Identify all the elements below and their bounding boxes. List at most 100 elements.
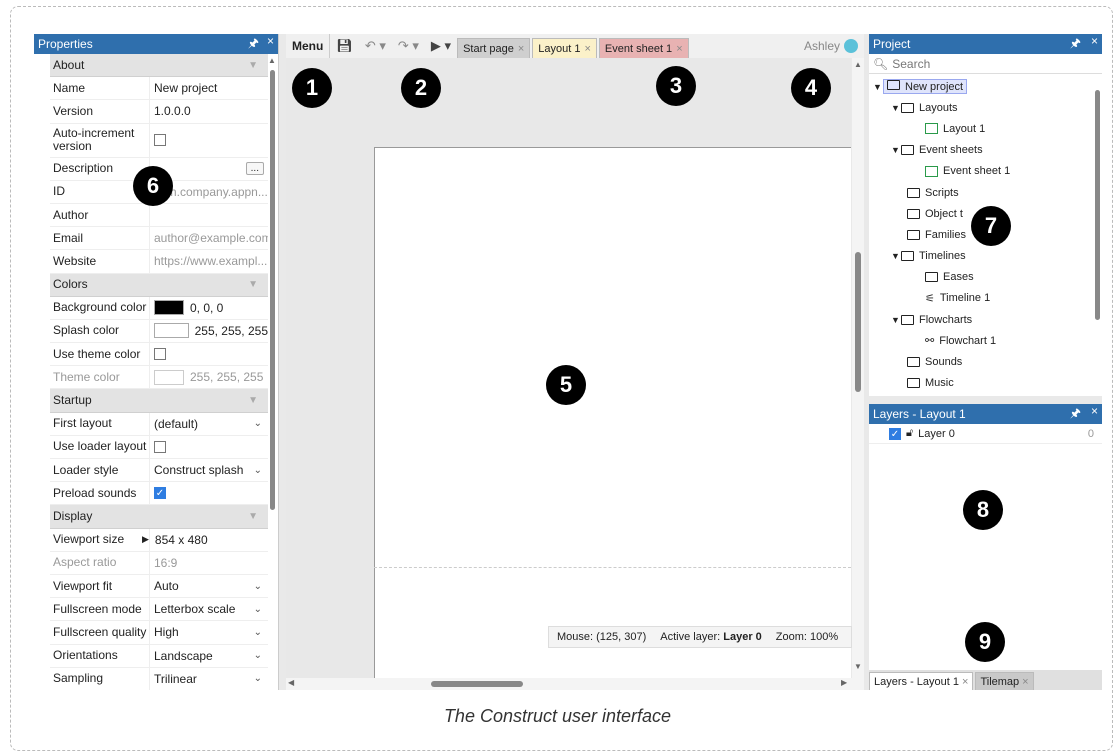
prop-row[interactable]: Preload sounds ✓: [50, 482, 268, 506]
close-icon[interactable]: ×: [1091, 404, 1098, 425]
layout-horizontal-scrollbar[interactable]: ◀ ▶: [286, 678, 864, 690]
tree-item-flowcharts[interactable]: ▼ Flowcharts: [869, 309, 1102, 330]
tree-item-event-sheets[interactable]: ▼ Event sheets: [869, 140, 1102, 161]
pin-icon[interactable]: 🖈: [1070, 404, 1081, 425]
scroll-thumb[interactable]: [431, 681, 523, 687]
prop-row[interactable]: Auto-increment version: [50, 123, 268, 158]
tree-item-layouts[interactable]: ▼ Layouts: [869, 97, 1102, 118]
scroll-left-icon[interactable]: ◀: [288, 678, 294, 687]
tree-item-scripts[interactable]: Scripts: [869, 182, 1102, 203]
layer-row[interactable]: ✓ 🔓︎ Layer 0 0: [869, 424, 1102, 444]
email-field[interactable]: author@example.com: [150, 227, 268, 249]
tree-item-layout-1[interactable]: Layout 1: [869, 118, 1102, 139]
prop-row[interactable]: Fullscreen quality High ⌄: [50, 621, 268, 645]
version-field[interactable]: 1.0.0.0: [150, 100, 268, 122]
save-icon[interactable]: 💾︎: [330, 38, 359, 54]
prop-row[interactable]: Orientations Landscape ⌄: [50, 644, 268, 668]
collapse-icon[interactable]: ▼: [248, 511, 268, 522]
prop-row[interactable]: Name New project: [50, 77, 268, 101]
prop-row[interactable]: Fullscreen mode Letterbox scale ⌄: [50, 598, 268, 622]
collapse-icon[interactable]: ▼: [248, 60, 268, 71]
layer-visible-checkbox[interactable]: ✓: [889, 427, 901, 440]
loader-style-select[interactable]: Construct splash ⌄: [150, 459, 268, 481]
scroll-up-icon[interactable]: ▲: [268, 56, 276, 65]
splash-color-swatch[interactable]: [154, 323, 189, 339]
expand-icon[interactable]: ▼: [891, 103, 901, 113]
prop-row[interactable]: Splash color 255, 255, 255: [50, 319, 268, 344]
menu-button[interactable]: Menu: [286, 34, 331, 58]
prop-row[interactable]: Background color 0, 0, 0: [50, 296, 268, 320]
expand-icon[interactable]: ▼: [891, 251, 901, 261]
first-layout-select[interactable]: (default) ⌄: [150, 413, 268, 435]
scroll-right-icon[interactable]: ▶: [841, 678, 847, 687]
sampling-select[interactable]: Trilinear ⌄: [150, 668, 268, 690]
project-scrollbar[interactable]: [1095, 90, 1100, 320]
prop-row[interactable]: Use loader layout: [50, 435, 268, 459]
use-theme-checkbox[interactable]: [154, 348, 166, 361]
viewport-fit-select[interactable]: Auto ⌄: [150, 575, 268, 597]
description-edit-button[interactable]: ...: [245, 162, 264, 176]
layout-canvas[interactable]: [374, 147, 851, 678]
collapse-icon[interactable]: ▼: [248, 395, 268, 406]
prop-row[interactable]: Viewport size ▶ 854 x 480: [50, 528, 268, 552]
close-icon[interactable]: ×: [267, 34, 274, 55]
layout-vertical-scrollbar[interactable]: ▲ ▼: [852, 58, 864, 678]
tree-item-sounds[interactable]: Sounds: [869, 351, 1102, 372]
close-tab-icon[interactable]: ×: [518, 43, 524, 55]
expand-icon[interactable]: ▼: [873, 82, 883, 92]
pin-icon[interactable]: 🖈: [248, 34, 259, 55]
prop-row[interactable]: Email author@example.com: [50, 227, 268, 251]
close-tab-icon[interactable]: ×: [584, 43, 590, 55]
prop-row[interactable]: Website https://www.exampl...: [50, 250, 268, 274]
prop-row[interactable]: First layout (default) ⌄: [50, 412, 268, 436]
prop-row[interactable]: Loader style Construct splash ⌄: [50, 459, 268, 483]
scroll-up-icon[interactable]: ▲: [854, 60, 862, 69]
website-field[interactable]: https://www.exampl...: [150, 250, 268, 272]
tree-item-music[interactable]: Music: [869, 373, 1102, 394]
expand-icon[interactable]: ▼: [891, 315, 901, 325]
undo-icon[interactable]: ↶ ▾: [359, 38, 392, 54]
prop-row[interactable]: Author: [50, 203, 268, 228]
project-search[interactable]: 🔍︎ Search: [869, 54, 1102, 74]
tab-layers[interactable]: Layers - Layout 1 ×: [869, 672, 974, 690]
prop-row[interactable]: Viewport fit Auto ⌄: [50, 574, 268, 599]
section-display[interactable]: Display ▼: [50, 505, 268, 529]
close-tab-icon[interactable]: ×: [962, 676, 968, 688]
preview-play-icon[interactable]: ▶ ▾: [425, 38, 457, 54]
close-tab-icon[interactable]: ×: [1022, 676, 1028, 688]
tab-layout-1[interactable]: Layout 1 ×: [532, 38, 597, 58]
section-about[interactable]: About ▼: [50, 54, 268, 78]
expand-arrow-icon[interactable]: ▶: [142, 534, 149, 545]
scroll-thumb[interactable]: [855, 252, 861, 392]
fullscreen-mode-select[interactable]: Letterbox scale ⌄: [150, 598, 268, 620]
tree-item-timelines[interactable]: ▼ Timelines: [869, 246, 1102, 267]
use-loader-checkbox[interactable]: [154, 440, 166, 453]
section-startup[interactable]: Startup ▼: [50, 389, 268, 413]
fullscreen-quality-select[interactable]: High ⌄: [150, 621, 268, 643]
pin-icon[interactable]: 🖈: [1070, 34, 1081, 55]
properties-scrollbar[interactable]: [270, 70, 275, 510]
preload-sounds-checkbox[interactable]: ✓: [154, 487, 166, 500]
prop-row[interactable]: Version 1.0.0.0: [50, 100, 268, 124]
orientations-select[interactable]: Landscape ⌄: [150, 645, 268, 667]
tree-item-project[interactable]: ▼ New project: [869, 76, 1102, 97]
tab-tilemap[interactable]: Tilemap ×: [975, 672, 1034, 690]
close-tab-icon[interactable]: ×: [676, 43, 682, 55]
redo-icon[interactable]: ↷ ▾: [392, 38, 425, 54]
user-account[interactable]: Ashley: [804, 39, 864, 53]
tab-start-page[interactable]: Start page ×: [457, 38, 531, 58]
tab-event-sheet-1[interactable]: Event sheet 1 ×: [598, 38, 689, 58]
tree-item-flowchart-1[interactable]: ⚯ Flowchart 1: [869, 330, 1102, 351]
close-icon[interactable]: ×: [1091, 34, 1098, 55]
tree-item-timeline-1[interactable]: ⚟ Timeline 1: [869, 288, 1102, 309]
expand-icon[interactable]: ▼: [891, 145, 901, 155]
prop-row[interactable]: Use theme color: [50, 343, 268, 367]
search-input[interactable]: Search: [892, 57, 930, 71]
autoinc-checkbox[interactable]: [154, 134, 166, 147]
prop-row[interactable]: Sampling Trilinear ⌄: [50, 667, 268, 690]
scroll-down-icon[interactable]: ▼: [854, 662, 862, 671]
collapse-icon[interactable]: ▼: [248, 279, 268, 290]
tree-item-eases[interactable]: Eases: [869, 267, 1102, 288]
lock-icon[interactable]: 🔓︎: [906, 427, 913, 440]
author-field[interactable]: [150, 204, 268, 226]
